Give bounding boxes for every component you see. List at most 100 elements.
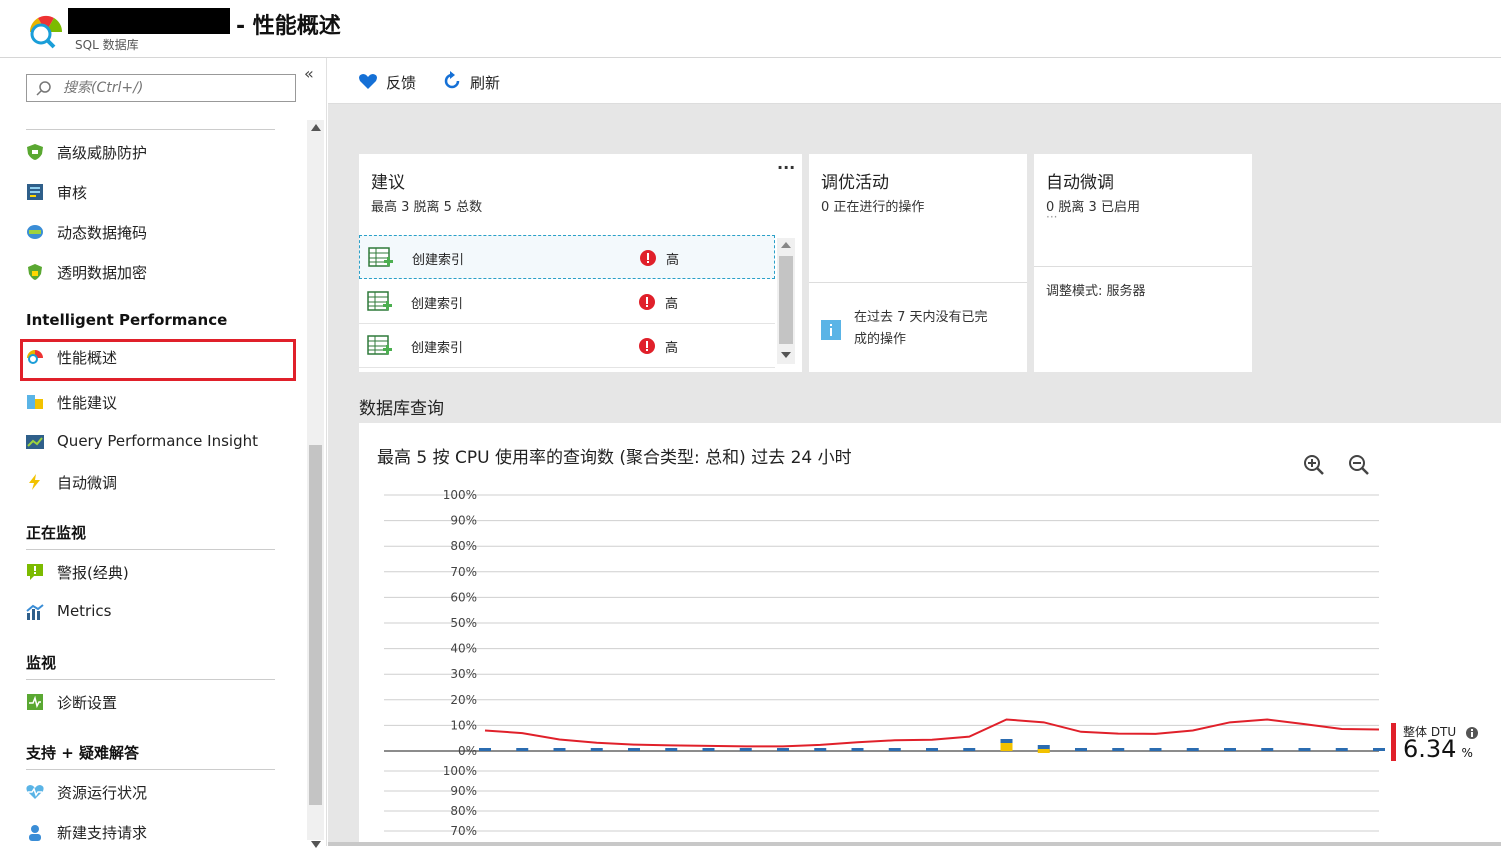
redacted-resource-name bbox=[68, 8, 230, 34]
card-summary: 0 正在进行的操作 bbox=[821, 200, 925, 215]
scroll-down-arrow-icon[interactable] bbox=[311, 841, 321, 848]
sidebar-item-diagnostic-settings[interactable]: 诊断设置 bbox=[20, 684, 296, 720]
sidebar-item-query-performance-insight[interactable]: Query Performance Insight bbox=[20, 424, 296, 460]
sidebar-item-alerts-classic[interactable]: 警报(经典) bbox=[20, 554, 296, 590]
search-box[interactable] bbox=[26, 74, 296, 102]
query-bar bbox=[1298, 748, 1311, 751]
recommendation-label: 创建索引 bbox=[411, 297, 464, 312]
query-bar bbox=[963, 748, 976, 751]
query-insight-icon bbox=[26, 435, 44, 449]
command-bar: 反馈 刷新 bbox=[328, 58, 1501, 104]
sidebar-item-label: 性能建议 bbox=[57, 394, 118, 412]
divider bbox=[26, 549, 275, 550]
y-tick-label: 90% bbox=[450, 784, 477, 798]
y-tick-label: 100% bbox=[443, 488, 477, 502]
query-bar bbox=[665, 748, 678, 751]
search-input[interactable] bbox=[63, 78, 288, 98]
dtu-value-block: 6.34 % bbox=[1403, 735, 1473, 763]
query-bar bbox=[739, 748, 752, 751]
query-bar bbox=[1037, 749, 1050, 753]
section-heading-database-queries: 数据库查询 bbox=[359, 399, 444, 419]
create-index-icon bbox=[367, 291, 392, 311]
y-tick-label: 70% bbox=[450, 565, 477, 579]
divider bbox=[26, 679, 275, 680]
dtu-legend-marker bbox=[1391, 723, 1396, 761]
scroll-down-arrow-icon[interactable] bbox=[781, 352, 791, 358]
query-bar bbox=[1335, 748, 1348, 751]
sidebar-item-audit[interactable]: 审核 bbox=[20, 174, 296, 210]
recommendation-row[interactable]: 创建索引 高 bbox=[359, 324, 775, 368]
sidebar-item-resource-health[interactable]: 资源运行状况 bbox=[20, 774, 296, 810]
card-title: 建议 bbox=[371, 173, 405, 193]
priority-label: 高 bbox=[666, 253, 680, 268]
auto-tuning-card[interactable]: 自动微调 0 脱离 3 已启用 ··· 调整模式: 服务器 bbox=[1034, 154, 1252, 372]
page-subtitle: SQL 数据库 bbox=[75, 38, 139, 52]
section-heading-monitoring: 监视 bbox=[26, 654, 57, 672]
sidebar-item-label: 动态数据掩码 bbox=[57, 224, 148, 242]
card-title: 自动微调 bbox=[1046, 173, 1114, 193]
tuning-mode-text: 调整模式: 服务器 bbox=[1046, 284, 1146, 299]
data-mask-icon bbox=[27, 225, 43, 239]
refresh-button[interactable]: 刷新 bbox=[442, 70, 512, 94]
sidebar-item-label: 审核 bbox=[57, 184, 88, 202]
diagnostic-icon bbox=[27, 694, 43, 710]
query-bar bbox=[926, 748, 938, 751]
divider bbox=[1034, 266, 1252, 267]
shield-icon bbox=[27, 144, 43, 160]
sidebar-item-dynamic-data-masking[interactable]: 动态数据掩码 bbox=[20, 214, 296, 250]
divider bbox=[809, 282, 1027, 283]
query-bar bbox=[1000, 743, 1013, 751]
scroll-up-arrow-icon[interactable] bbox=[781, 242, 791, 248]
sidebar-item-transparent-data-encryption[interactable]: 透明数据加密 bbox=[20, 254, 296, 290]
sidebar-item-advanced-threat-protection[interactable]: 高级威胁防护 bbox=[20, 134, 296, 170]
y-tick-label: 80% bbox=[450, 804, 477, 818]
performance-gauge-icon bbox=[26, 10, 66, 50]
recommendations-card[interactable]: 建议 最高 3 脱离 5 总数 ··· 创建索引 高 创建索引 高 创建索引 高 bbox=[359, 154, 802, 372]
divider bbox=[26, 129, 275, 130]
scrollbar-thumb[interactable] bbox=[779, 256, 793, 344]
recommendations-scrollbar[interactable] bbox=[777, 238, 795, 364]
priority-label: 高 bbox=[665, 341, 679, 356]
sidebar-item-label: 资源运行状况 bbox=[57, 784, 148, 802]
page-title: - 性能概述 bbox=[236, 14, 341, 39]
collapse-sidebar-button[interactable]: « bbox=[304, 64, 314, 83]
heart-icon bbox=[359, 74, 377, 89]
alert-icon bbox=[27, 564, 43, 580]
divider bbox=[26, 769, 275, 770]
recommendation-label: 创建索引 bbox=[412, 253, 465, 268]
y-tick-label: 80% bbox=[450, 539, 477, 553]
scrollbar-thumb[interactable] bbox=[309, 445, 322, 805]
more-options-button[interactable]: ··· bbox=[777, 158, 795, 177]
y-tick-label: 10% bbox=[450, 718, 477, 732]
heart-pulse-icon bbox=[26, 785, 44, 799]
sidebar-item-performance-recommendations[interactable]: 性能建议 bbox=[20, 384, 296, 420]
blade-header: - 性能概述 SQL 数据库 bbox=[0, 0, 1501, 58]
recommendation-row[interactable]: 创建索引 高 bbox=[359, 235, 775, 279]
sidebar-item-automatic-tuning[interactable]: 自动微调 bbox=[20, 464, 296, 500]
sidebar-item-label: 自动微调 bbox=[57, 474, 118, 492]
sidebar-item-performance-overview[interactable]: 性能概述 bbox=[20, 339, 296, 381]
sidebar-scrollbar[interactable] bbox=[307, 120, 324, 848]
cpu-usage-chart: 100% 90% 80% 70% 60% 50% 40% 30% 20% 10% 0% 100% 90%… bbox=[384, 488, 1385, 838]
y-tick-label: 40% bbox=[450, 642, 477, 656]
tuning-activity-card[interactable]: 调优活动 0 正在进行的操作 在过去 7 天内没有已完 成的操作 bbox=[809, 154, 1027, 372]
sidebar-item-label: 警报(经典) bbox=[57, 564, 129, 582]
ellipsis: ··· bbox=[1046, 210, 1058, 224]
sidebar-item-new-support-request[interactable]: 新建支持请求 bbox=[20, 814, 296, 850]
card-summary: 最高 3 脱离 5 总数 bbox=[371, 200, 483, 215]
sidebar-item-label: 新建支持请求 bbox=[57, 824, 148, 842]
y-tick-label: 70% bbox=[450, 824, 477, 838]
feedback-label: 反馈 bbox=[386, 74, 417, 92]
info-text-line: 成的操作 bbox=[854, 332, 907, 347]
feedback-button[interactable]: 反馈 bbox=[358, 70, 428, 94]
create-index-icon bbox=[367, 335, 392, 355]
sidebar-item-metrics[interactable]: Metrics bbox=[20, 594, 296, 630]
info-text: 在过去 7 天内没有已完 成的操作 bbox=[854, 307, 988, 351]
scroll-up-arrow-icon[interactable] bbox=[311, 124, 321, 131]
query-bar bbox=[1112, 748, 1125, 751]
horizontal-scrollbar[interactable] bbox=[328, 842, 1501, 846]
query-bar bbox=[516, 748, 529, 751]
y-tick-label: 0% bbox=[458, 744, 477, 758]
recommendation-row[interactable]: 创建索引 高 bbox=[359, 280, 775, 324]
query-bar bbox=[590, 748, 603, 751]
